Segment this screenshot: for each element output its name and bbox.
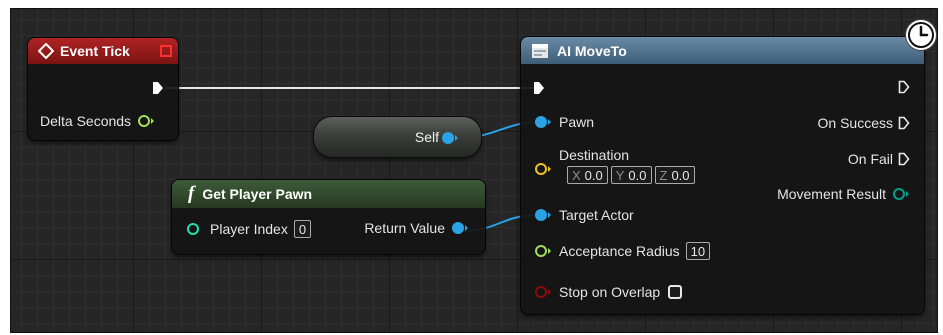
z-value: 0.0 xyxy=(671,167,690,183)
acceptance-radius-label: Acceptance Radius xyxy=(559,243,680,259)
get-player-pawn-title: Get Player Pawn xyxy=(202,186,313,202)
on-success-label: On Success xyxy=(817,115,893,131)
self-label: Self xyxy=(414,129,439,145)
player-index-label: Player Index xyxy=(210,221,288,237)
target-actor-object-pin-icon[interactable] xyxy=(533,208,555,222)
get-player-pawn-header[interactable]: f Get Player Pawn xyxy=(172,180,485,208)
player-index-pin-row[interactable]: Player Index 0 xyxy=(186,220,312,238)
float-out-pin-icon[interactable] xyxy=(137,114,157,128)
destination-label: Destination xyxy=(559,147,630,163)
destination-pin-row[interactable]: Destination X 0.0 Y 0.0 Z 0.0 xyxy=(533,147,695,184)
x-axis-label: X xyxy=(572,167,581,183)
bool-in-pin-icon[interactable] xyxy=(533,285,555,299)
z-axis-label: Z xyxy=(659,167,668,183)
int-in-pin-icon[interactable] xyxy=(186,222,204,236)
self-object-pin-icon[interactable] xyxy=(441,131,461,145)
exec-in-pin-icon[interactable] xyxy=(533,81,545,95)
ai-moveto-header[interactable]: AI MoveTo xyxy=(521,37,924,64)
event-diamond-icon xyxy=(38,43,54,59)
destination-x-input[interactable]: X 0.0 xyxy=(567,166,608,184)
x-value: 0.0 xyxy=(584,167,603,183)
delta-seconds-label: Delta Seconds xyxy=(40,113,132,129)
destination-z-input[interactable]: Z 0.0 xyxy=(654,166,695,184)
pawn-object-pin-icon[interactable] xyxy=(533,115,555,129)
on-fail-pin-row[interactable]: On Fail xyxy=(848,151,910,167)
event-tick-node[interactable]: Event Tick Delta Seconds xyxy=(28,38,178,140)
moveto-exec-out[interactable] xyxy=(898,80,910,94)
get-player-pawn-node[interactable]: f Get Player Pawn Player Index 0 Return … xyxy=(172,180,485,254)
pawn-label: Pawn xyxy=(559,114,595,130)
stop-on-overlap-checkbox[interactable] xyxy=(668,285,683,299)
player-index-input[interactable]: 0 xyxy=(293,220,312,238)
y-value: 0.0 xyxy=(628,167,647,183)
moveto-exec-in[interactable] xyxy=(533,81,545,95)
event-tick-header[interactable]: Event Tick xyxy=(28,38,178,64)
acceptance-radius-input[interactable]: 10 xyxy=(685,242,711,260)
acceptance-radius-pin-row[interactable]: Acceptance Radius 10 xyxy=(533,242,711,260)
movement-result-pin-row[interactable]: Movement Result xyxy=(777,186,912,202)
event-tick-title: Event Tick xyxy=(60,43,130,59)
stop-on-overlap-pin-row[interactable]: Stop on Overlap xyxy=(533,284,683,300)
clock-icon xyxy=(906,20,936,50)
delta-seconds-pin-row[interactable]: Delta Seconds xyxy=(40,113,157,129)
on-fail-label: On Fail xyxy=(847,151,893,167)
ai-moveto-title: AI MoveTo xyxy=(557,42,627,59)
exec-out-pin-icon[interactable] xyxy=(152,81,164,95)
stop-on-overlap-label: Stop on Overlap xyxy=(559,284,661,300)
pawn-pin-row[interactable]: Pawn xyxy=(533,114,594,130)
self-reference-node[interactable]: Self xyxy=(314,117,481,157)
float-in-pin-icon[interactable] xyxy=(533,244,555,258)
ai-moveto-node[interactable]: AI MoveTo Pawn Destination X 0.0 Y 0.0 Z… xyxy=(521,37,924,314)
on-fail-exec-pin-icon[interactable] xyxy=(898,152,910,166)
target-actor-pin-row[interactable]: Target Actor xyxy=(533,207,634,223)
target-actor-label: Target Actor xyxy=(559,207,634,223)
destination-y-input[interactable]: Y 0.0 xyxy=(610,166,652,184)
function-f-icon: f xyxy=(188,183,195,204)
async-task-icon xyxy=(532,43,548,58)
return-value-pin-row[interactable]: Return Value xyxy=(364,220,471,236)
delegate-square-icon[interactable] xyxy=(160,45,172,57)
movement-result-label: Movement Result xyxy=(777,186,886,202)
y-axis-label: Y xyxy=(615,167,625,183)
vector-in-pin-icon[interactable] xyxy=(533,162,555,176)
enum-out-pin-icon[interactable] xyxy=(892,187,912,201)
object-out-pin-icon[interactable] xyxy=(451,221,471,235)
return-value-label: Return Value xyxy=(364,220,445,236)
event-tick-exec-out[interactable] xyxy=(152,81,164,95)
exec-out-hollow-pin-icon[interactable] xyxy=(898,80,910,94)
on-success-exec-pin-icon[interactable] xyxy=(898,116,910,130)
on-success-pin-row[interactable]: On Success xyxy=(818,115,910,131)
